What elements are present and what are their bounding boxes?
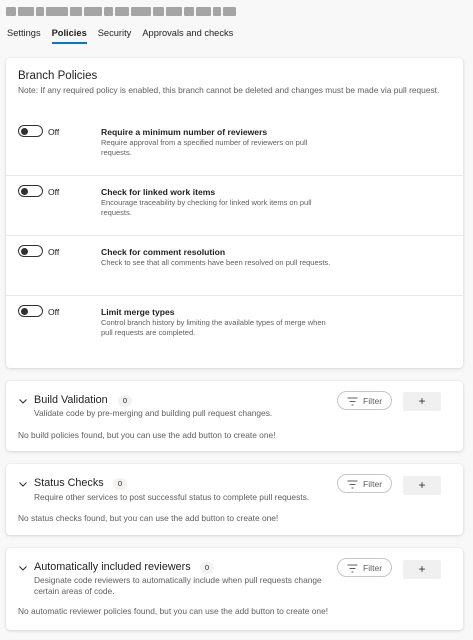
min-reviewers-toggle[interactable] <box>18 125 43 137</box>
status-checks-filter-button[interactable]: Filter <box>337 474 392 493</box>
redacted-breadcrumb <box>6 4 236 18</box>
policy-row-comment-resolution: Off Check for comment resolution Check t… <box>6 236 463 296</box>
linked-work-items-toggle[interactable] <box>18 185 43 197</box>
settings-tabs: Settings Policies Security Approvals and… <box>0 24 473 46</box>
branch-policies-title: Branch Policies <box>18 70 98 82</box>
policy-row-linked-work-items: Off Check for linked work items Encourag… <box>6 176 463 236</box>
build-validation-title: Build Validation <box>34 394 108 406</box>
build-validation-card: Build Validation 0 Validate code by pre-… <box>6 381 463 451</box>
filter-label: Filter <box>363 563 383 573</box>
chevron-down-icon[interactable] <box>18 563 28 573</box>
chevron-down-icon[interactable] <box>18 479 28 489</box>
auto-reviewers-empty-message: No automatic reviewer policies found, bu… <box>18 606 329 616</box>
build-validation-count-badge: 0 <box>118 395 132 407</box>
policy-description: Encourage traceability by checking for l… <box>101 198 312 217</box>
add-icon: + <box>418 478 426 492</box>
status-checks-title: Status Checks <box>34 477 104 489</box>
auto-reviewers-add-button[interactable]: + <box>403 560 441 579</box>
filter-label: Filter <box>363 479 383 489</box>
status-checks-add-button[interactable]: + <box>403 476 441 495</box>
toggle-state-label: Off <box>48 307 60 317</box>
toggle-knob <box>21 127 28 135</box>
build-validation-filter-button[interactable]: Filter <box>337 391 392 410</box>
add-icon: + <box>418 562 426 576</box>
status-checks-card: Status Checks 0 Require other services t… <box>6 464 463 535</box>
chevron-down-icon[interactable] <box>18 396 28 406</box>
tab-security[interactable]: Security <box>98 24 132 46</box>
auto-reviewers-card: Automatically included reviewers 0 Desig… <box>6 548 463 630</box>
auto-reviewers-filter-button[interactable]: Filter <box>337 558 392 577</box>
build-validation-description: Validate code by pre-merging and buildin… <box>34 408 273 418</box>
policy-description: Require approval from a specified number… <box>101 138 308 157</box>
policy-title: Limit merge types <box>101 307 175 317</box>
policy-row-min-reviewers: Off Require a minimum number of reviewer… <box>6 116 463 176</box>
auto-reviewers-count-badge: 0 <box>200 562 214 574</box>
status-checks-description: Require other services to post successfu… <box>34 492 310 502</box>
auto-reviewers-description: Designate code reviewers to automaticall… <box>34 575 322 596</box>
comment-resolution-toggle[interactable] <box>18 245 43 257</box>
toggle-state-label: Off <box>48 187 60 197</box>
policy-description: Check to see that all comments have been… <box>101 258 331 267</box>
status-checks-empty-message: No status checks found, but you can use … <box>18 513 279 523</box>
build-validation-add-button[interactable]: + <box>403 392 441 411</box>
toggle-knob <box>21 247 28 255</box>
toggle-state-label: Off <box>48 247 60 257</box>
tab-approvals-and-checks[interactable]: Approvals and checks <box>142 24 233 46</box>
tab-policies[interactable]: Policies <box>51 24 87 46</box>
branch-policies-note: Note: If any required policy is enabled,… <box>18 85 440 95</box>
limit-merge-types-toggle[interactable] <box>18 305 43 317</box>
policy-title: Require a minimum number of reviewers <box>101 127 268 137</box>
filter-icon <box>347 397 358 406</box>
toggle-state-label: Off <box>48 127 60 137</box>
filter-label: Filter <box>363 396 383 406</box>
policy-description: Control branch history by limiting the a… <box>101 318 326 337</box>
tab-settings[interactable]: Settings <box>7 24 41 46</box>
status-checks-count-badge: 0 <box>113 478 127 490</box>
branch-policies-card: Branch Policies Note: If any required po… <box>6 58 463 368</box>
filter-icon <box>347 480 358 489</box>
auto-reviewers-title: Automatically included reviewers <box>34 561 191 573</box>
filter-icon <box>347 564 358 573</box>
toggle-knob <box>21 187 28 195</box>
policy-title: Check for linked work items <box>101 187 216 197</box>
toggle-knob <box>21 307 28 315</box>
policy-row-limit-merge-types: Off Limit merge types Control branch his… <box>6 296 463 356</box>
build-validation-empty-message: No build policies found, but you can use… <box>18 430 276 440</box>
add-icon: + <box>418 394 426 408</box>
policy-title: Check for comment resolution <box>101 247 226 257</box>
